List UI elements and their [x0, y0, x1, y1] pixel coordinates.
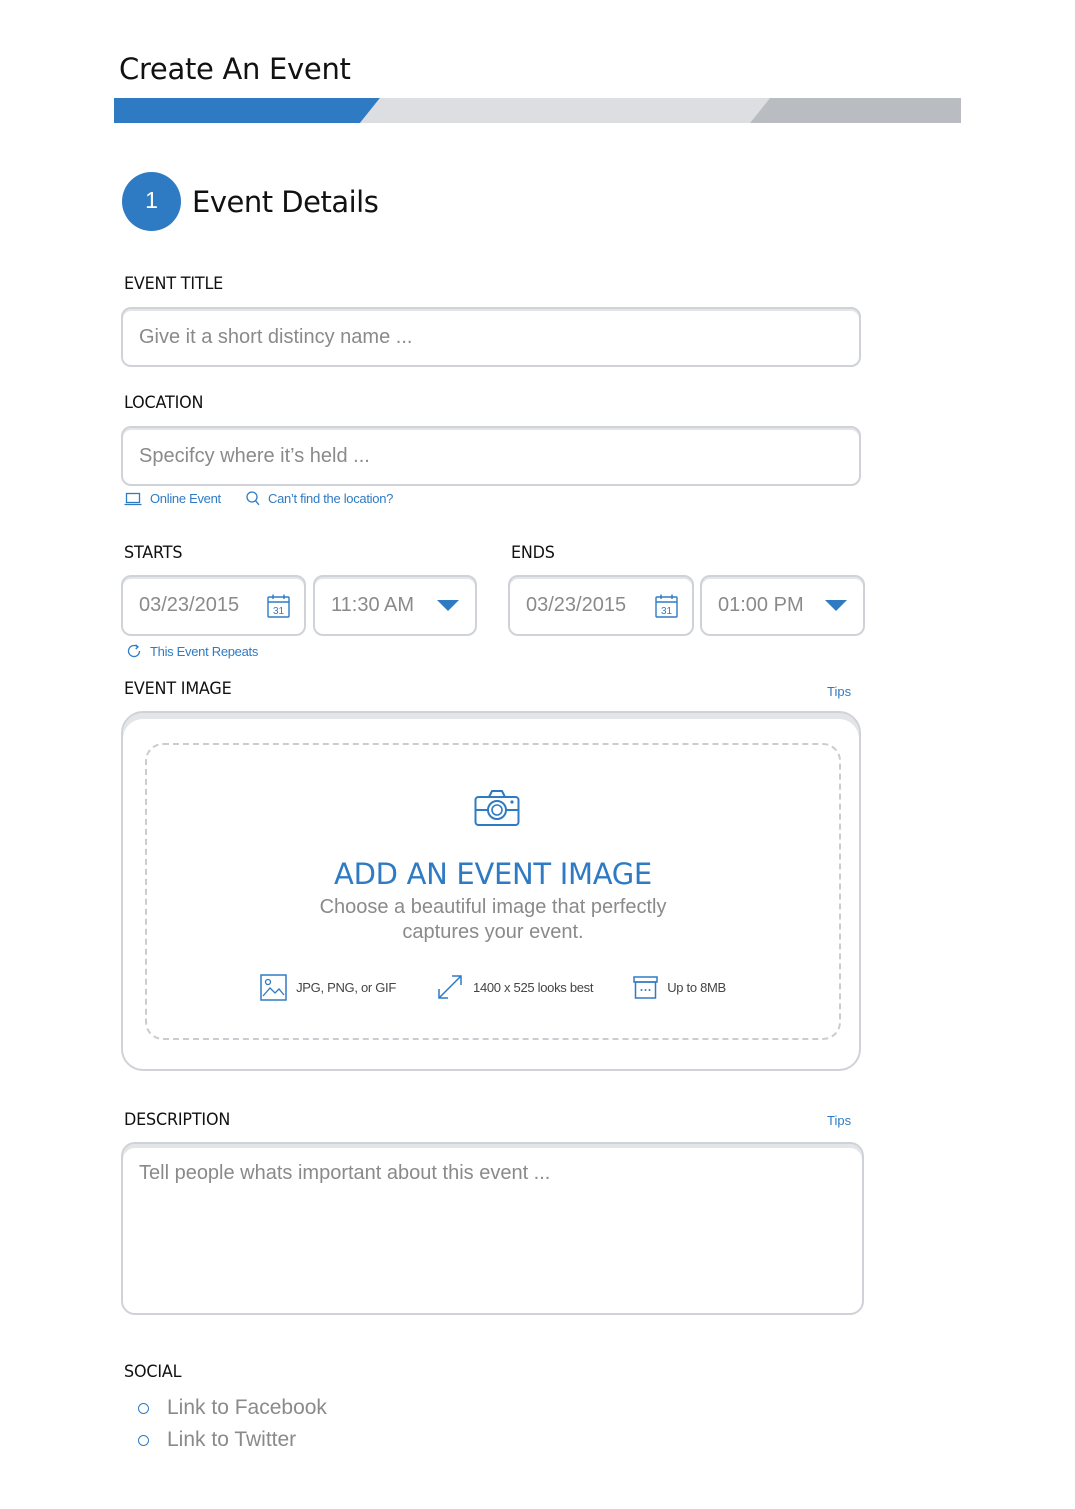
event-image-panel: ADD AN EVENT IMAGE Choose a beautiful im… — [121, 711, 861, 1071]
social-label: SOCIAL — [124, 1362, 182, 1382]
online-event-label: Online Event — [150, 491, 221, 506]
twitter-link-label: Link to Twitter — [167, 1428, 297, 1451]
start-time-select[interactable]: 11:30 AM — [313, 575, 477, 636]
location-placeholder: Specifcy where it’s held ... — [139, 444, 370, 467]
image-dropzone[interactable]: ADD AN EVENT IMAGE Choose a beautiful im… — [145, 743, 841, 1040]
description-tips-link[interactable]: Tips — [827, 1113, 851, 1128]
page-title: Create An Event — [119, 52, 351, 86]
end-date-value: 03/23/2015 — [526, 594, 627, 616]
end-time-select[interactable]: 01:00 PM — [700, 575, 865, 636]
description-textarea[interactable]: Tell people whats important about this e… — [121, 1142, 864, 1315]
end-time-value: 01:00 PM — [718, 594, 804, 616]
step-number-badge: 1 — [122, 172, 181, 231]
resize-icon — [438, 975, 462, 999]
circle-bullet-icon — [138, 1434, 149, 1446]
facebook-link-label: Link to Facebook — [167, 1396, 327, 1419]
spec-size: 1400 x 525 looks best — [436, 973, 594, 1001]
refresh-icon — [127, 644, 141, 658]
start-time-value: 11:30 AM — [331, 594, 415, 616]
camera-icon — [474, 790, 520, 826]
event-title-input[interactable]: Give it a short distincy name ... — [121, 307, 861, 367]
svg-text:31: 31 — [273, 606, 285, 617]
start-date-input[interactable]: 03/23/2015 31 — [121, 575, 306, 636]
caret-down-icon — [437, 600, 459, 611]
caret-down-icon — [825, 600, 847, 611]
laptop-icon — [124, 492, 142, 505]
facebook-link[interactable]: Link to Facebook — [138, 1392, 327, 1424]
step-header: 1 Event Details — [122, 172, 379, 231]
calendar-icon[interactable]: 31 — [655, 594, 678, 618]
step-title: Event Details — [192, 184, 379, 219]
image-specs: JPG, PNG, or GIF 1400 x 525 looks best U… — [147, 973, 839, 1001]
social-links: Link to Facebook Link to Twitter — [138, 1392, 327, 1456]
description-placeholder: Tell people whats important about this e… — [139, 1162, 551, 1184]
twitter-link[interactable]: Link to Twitter — [138, 1424, 327, 1456]
spec-formats-label: JPG, PNG, or GIF — [296, 979, 397, 995]
starts-label: STARTS — [124, 543, 183, 563]
description-label: DESCRIPTION — [124, 1110, 231, 1130]
event-title-label: EVENT TITLE — [124, 274, 224, 294]
event-repeats-link[interactable]: This Event Repeats — [126, 643, 258, 659]
circle-bullet-icon — [138, 1402, 149, 1414]
add-image-subtitle-line1: Choose a beautiful image that perfectly — [319, 896, 667, 918]
add-image-title: ADD AN EVENT IMAGE — [334, 857, 652, 891]
calendar-icon[interactable]: 31 — [267, 594, 290, 618]
event-title-placeholder: Give it a short distincy name ... — [139, 325, 413, 348]
location-label: LOCATION — [124, 393, 204, 413]
spec-size-label: 1400 x 525 looks best — [473, 979, 594, 995]
ends-label: ENDS — [511, 543, 555, 563]
progress-bar — [114, 98, 961, 123]
cant-find-location-link[interactable]: Can’t find the location? — [246, 491, 393, 506]
svg-text:31: 31 — [661, 606, 673, 617]
location-input[interactable]: Specifcy where it’s held ... — [121, 426, 861, 486]
online-event-link[interactable]: Online Event — [124, 491, 221, 506]
spec-max: Up to 8MB — [633, 973, 726, 1001]
spec-formats: JPG, PNG, or GIF — [260, 973, 396, 1001]
start-date-value: 03/23/2015 — [139, 594, 240, 616]
image-icon — [260, 973, 287, 1001]
search-icon — [246, 491, 260, 506]
spec-max-label: Up to 8MB — [667, 979, 726, 995]
event-image-tips-link[interactable]: Tips — [827, 684, 851, 699]
add-image-subtitle: Choose a beautiful image that perfectly … — [147, 895, 839, 945]
add-image-subtitle-line2: captures your event. — [402, 921, 584, 943]
end-date-input[interactable]: 03/23/2015 31 — [508, 575, 694, 636]
event-image-label: EVENT IMAGE — [124, 679, 232, 699]
cant-find-location-label: Can’t find the location? — [268, 491, 394, 506]
archive-icon — [633, 975, 658, 999]
event-repeats-label: This Event Repeats — [150, 643, 259, 659]
